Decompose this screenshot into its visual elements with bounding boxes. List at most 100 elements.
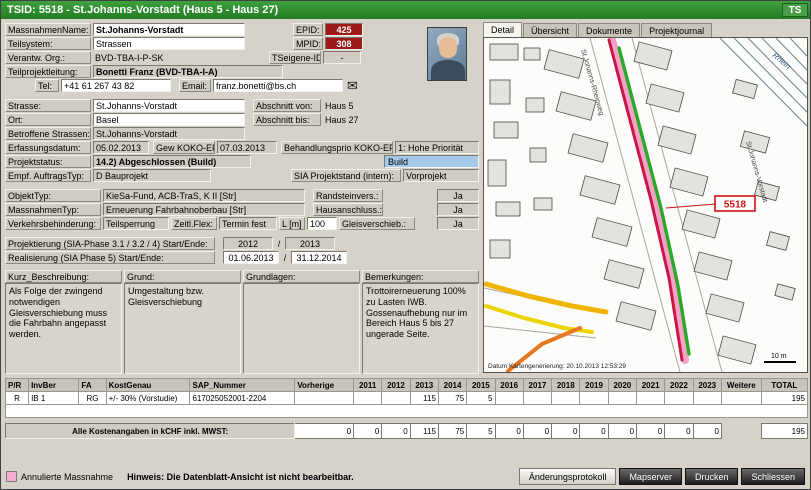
cost-table-row[interactable]: R IB 1 RG +/- 30% (Vorstudie) 6170250520… (6, 392, 808, 405)
cost-col-header: 2020 (608, 379, 636, 392)
grundlagen-box: Grundlagen: (243, 270, 360, 374)
route-id-text: 5518 (724, 200, 747, 211)
teilsystem-value: Strassen (93, 37, 245, 50)
cost-cell: 195 (761, 392, 807, 405)
tab-projektjournal[interactable]: Projektjournal (641, 23, 712, 37)
tel-label: Tel: (35, 79, 59, 92)
gew-koko-ep-value: 07.03.2013 (217, 141, 277, 154)
cost-cell (608, 392, 636, 405)
projektierung-label: Projektierung (SIA-Phase 3.1 / 3.2 / 4) … (5, 237, 215, 250)
detail-tabs: Detail Übersicht Dokumente Projektjourna… (483, 22, 808, 37)
massnahmentyp-value: Erneuerung Fahrbahnoberbau [Str] (103, 203, 305, 216)
abschnitt-bis-value: Haus 27 (323, 113, 383, 126)
cost-cell: +/- 30% (Vorstudie) (106, 392, 190, 405)
tab-detail[interactable]: Detail (483, 22, 522, 37)
cost-col-header: FA (79, 379, 106, 392)
zeitflex-label: Zeitl.Flex: (171, 217, 217, 230)
summary-cell: 0 (495, 424, 523, 439)
cost-col-header: 2021 (636, 379, 664, 392)
map-scale-text: 10 m (771, 353, 787, 360)
betroffene-strassen-value: St.Johanns-Vorstadt (93, 127, 245, 140)
cost-cell: 5 (467, 392, 495, 405)
bemerkungen-header: Bemerkungen: (362, 270, 479, 283)
objekttyp-value: KieSa-Fund, ACB-TraS, K II [Str] (103, 189, 305, 202)
grund-text: Umgestaltung bzw. Gleisverschiebung (124, 283, 241, 374)
window-title: TSID: 5518 - St.Johanns-Vorstadt (Haus 5… (7, 4, 278, 16)
cost-cell: IB 1 (29, 392, 79, 405)
tab-uebersicht[interactable]: Übersicht (523, 23, 577, 37)
projektierung-ende: 2013 (285, 237, 335, 250)
gleisverschiebung-label: Gleisverschieb.: (339, 217, 415, 230)
massnahmentyp-label: MassnahmenTyp: (5, 203, 101, 216)
verantw-org-label: Verantw. Org.: (5, 51, 91, 64)
summary-cell: 0 (637, 424, 665, 439)
title-bar: TSID: 5518 - St.Johanns-Vorstadt (Haus 5… (1, 1, 810, 19)
cost-cell (693, 392, 721, 405)
cost-col-header: 2011 (354, 379, 382, 392)
tab-dokumente[interactable]: Dokumente (578, 23, 640, 37)
mapserver-button[interactable]: Mapserver (619, 468, 682, 485)
annulled-color-swatch (6, 471, 17, 482)
grundlagen-header: Grundlagen: (243, 270, 360, 283)
gew-koko-ep-label: Gew KOKO-EP (153, 141, 215, 154)
cost-cell: R (6, 392, 29, 405)
cost-col-header: 2012 (382, 379, 410, 392)
projektierung-start: 2012 (223, 237, 273, 250)
kurz-beschreibung-text: Als Folge der zwingend notwendigen Gleis… (5, 283, 122, 374)
cost-table-empty-row (6, 405, 808, 418)
tseigene-id-value: - (323, 51, 361, 64)
cost-col-header: 2013 (410, 379, 438, 392)
behandlungsprio-label: Behandlungsprio KOKO-EP: (281, 141, 393, 154)
date-separator: / (275, 237, 283, 250)
tel-value: +41 61 267 43 82 (61, 79, 171, 92)
description-boxes: Kurz_Beschreibung: Als Folge der zwingen… (5, 270, 479, 374)
kurz-beschreibung-header: Kurz_Beschreibung: (5, 270, 122, 283)
teilprojektleitung-value: Bonetti Franz (BVD-TBA-I-A) (93, 65, 283, 78)
datasheet-form: MassnahmenName: St.Johanns-Vorstadt EPID… (5, 23, 479, 374)
photo-face (439, 37, 457, 58)
objekttyp-label: ObjektTyp: (5, 189, 101, 202)
summary-cell: 0 (382, 424, 410, 439)
change-log-button[interactable]: Änderungsprotokoll (519, 468, 617, 485)
erfassungsdatum-label: Erfassungsdatum: (5, 141, 91, 154)
summary-cell: 0 (665, 424, 693, 439)
laenge-value: 100 (307, 217, 337, 230)
cost-col-header: InvBer (29, 379, 79, 392)
map-canvas[interactable]: 5518 St.Johanns-Rheinweg St.Johanns-Vors… (484, 38, 807, 372)
summary-weitere-empty (721, 424, 761, 439)
cost-cell (495, 392, 523, 405)
realisierung-start: 01.06.2013 (223, 251, 279, 264)
cost-col-header: Vorherige (295, 379, 354, 392)
print-button[interactable]: Drucken (685, 468, 739, 485)
cost-col-header: 2023 (693, 379, 721, 392)
gleisverschiebung-value: Ja (437, 217, 479, 230)
summary-cell: 0 (552, 424, 580, 439)
verantw-org-value: BVD-TBA-I-P-SK (93, 51, 245, 64)
abschnitt-von-label: Abschnitt von: (253, 99, 321, 112)
email-label: Email: (179, 79, 211, 92)
randsteinvers-value: Ja (437, 189, 479, 202)
realisierung-ende: 31.12.2014 (291, 251, 347, 264)
cost-summary-table: Alle Kostenangaben in kCHF inkl. MWST: 0… (5, 423, 808, 439)
cost-cell (636, 392, 664, 405)
auftragstyp-value: D Bauprojekt (93, 169, 211, 182)
realisierung-label: Realisierung (SIA Phase 5) Start/Ende: (5, 251, 215, 264)
cost-cell: 75 (438, 392, 466, 405)
cost-col-header: Weitere (721, 379, 761, 392)
cost-col-header: SAP_Nummer (190, 379, 295, 392)
cost-table-empty-area (6, 405, 808, 418)
email-value: franz.bonetti@bs.ch (213, 79, 343, 92)
cost-col-header: TOTAL (761, 379, 807, 392)
cost-cell (523, 392, 551, 405)
grundlagen-text (243, 283, 360, 374)
cost-cell (382, 392, 410, 405)
summary-cell: 0 (523, 424, 551, 439)
summary-cell: 0 (608, 424, 636, 439)
application-window: TSID: 5518 - St.Johanns-Vorstadt (Haus 5… (0, 0, 811, 490)
send-email-icon[interactable]: ✉ (347, 79, 358, 92)
cost-col-header: 2022 (665, 379, 693, 392)
cost-table: P/R InvBer FA KostGenau SAP_Nummer Vorhe… (5, 378, 808, 418)
close-button[interactable]: Schliessen (741, 468, 805, 485)
bemerkungen-box: Bemerkungen: Trottoirerneuerung 100% zu … (362, 270, 479, 374)
epid-value: 425 (325, 23, 363, 36)
